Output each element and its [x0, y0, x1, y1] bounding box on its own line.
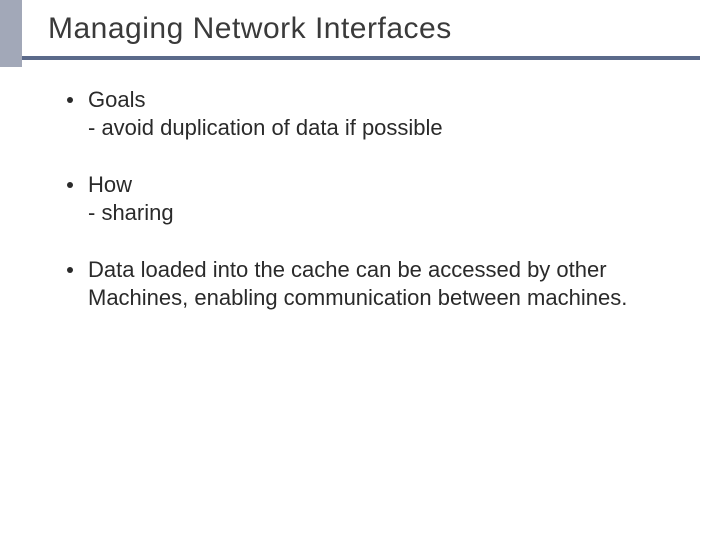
bullet-text: Data loaded into the cache can be access… [88, 256, 680, 311]
bullet-item: How - sharing [52, 171, 680, 226]
bullet-dot-icon [67, 97, 73, 103]
bullet-marker [52, 171, 88, 188]
bullet-item: Data loaded into the cache can be access… [52, 256, 680, 311]
bullet-marker [52, 86, 88, 103]
bullet-dot-icon [67, 182, 73, 188]
slide-accent-block [0, 0, 22, 67]
title-block: Managing Network Interfaces [0, 0, 720, 46]
slide-content: Goals - avoid duplication of data if pos… [0, 60, 720, 311]
bullet-text: How - sharing [88, 171, 680, 226]
bullet-dot-icon [67, 267, 73, 273]
bullet-text: Goals - avoid duplication of data if pos… [88, 86, 680, 141]
bullet-marker [52, 256, 88, 273]
slide-title: Managing Network Interfaces [48, 12, 720, 46]
bullet-item: Goals - avoid duplication of data if pos… [52, 86, 680, 141]
